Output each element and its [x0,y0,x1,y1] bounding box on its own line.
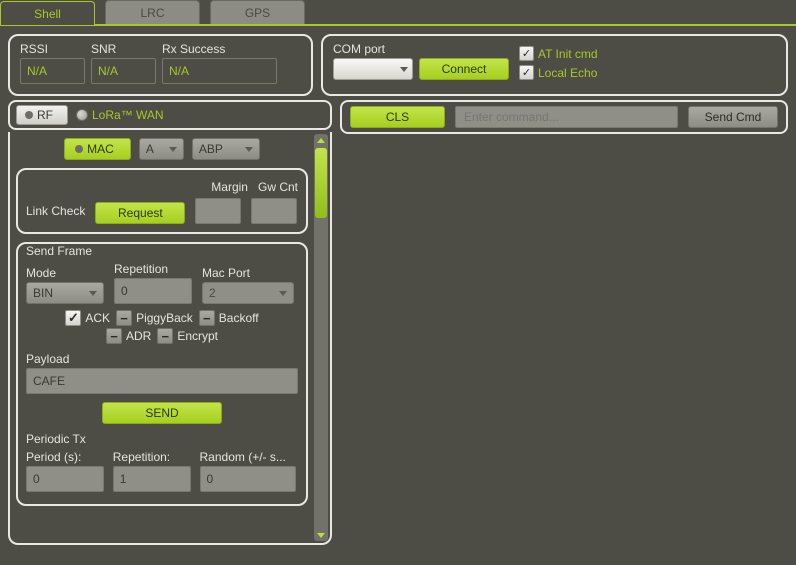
join-select-value: ABP [199,142,223,156]
rf-toggle-label: RF [37,108,53,122]
stats-group: RSSI N/A SNR N/A Rx Success N/A [8,34,313,96]
gwcnt-value [251,198,297,224]
check-icon: ✓ [519,65,534,80]
tab-gps[interactable]: GPS [210,0,305,24]
margin-value [195,198,241,224]
adr-label: ADR [126,329,151,343]
mode-select[interactable]: BIN [26,282,104,304]
atinit-label: AT Init cmd [538,47,598,61]
payload-input[interactable]: CAFE [26,368,298,394]
adr-checkbox[interactable]: −ADR [106,328,151,344]
scroll-thumb[interactable] [315,148,327,218]
request-button[interactable]: Request [95,202,185,224]
check-icon: ✓ [519,46,534,61]
macport-select-value: 2 [209,286,216,300]
scroll-down-icon[interactable] [314,529,328,541]
period-input[interactable]: 0 [26,466,104,492]
backoff-label: Backoff [219,311,259,325]
scrollbar[interactable] [314,134,328,541]
period-label: Period (s): [26,450,107,464]
piggyback-checkbox[interactable]: −PiggyBack [116,310,193,326]
linkcheck-group: Margin Gw Cnt Link Check Request [16,168,308,234]
atinit-checkbox[interactable]: ✓ AT Init cmd [519,46,598,61]
connect-button[interactable]: Connect [419,58,509,80]
ack-checkbox[interactable]: ✓ACK [65,310,110,326]
mac-toggle[interactable]: MAC [64,138,131,160]
tab-lrc[interactable]: LRC [105,0,200,24]
repetition-input[interactable]: 0 [114,278,192,304]
tab-shell[interactable]: Shell [0,1,95,25]
localecho-checkbox[interactable]: ✓ Local Echo [519,65,598,80]
radio-icon [25,111,33,119]
localecho-label: Local Echo [538,66,597,80]
rssi-value: N/A [20,58,85,84]
sendframe-title: Send Frame [26,244,298,258]
scroll-up-icon[interactable] [314,134,328,146]
rssi-label: RSSI [20,42,85,56]
command-bar: CLS Send Cmd [340,100,788,134]
macport-select[interactable]: 2 [202,282,294,304]
sendframe-group: Send Frame Mode BIN Repetition [16,242,308,506]
snr-label: SNR [91,42,156,56]
class-select-value: A [146,142,154,156]
periodictx-title: Periodic Tx [26,432,298,446]
repetition2-input[interactable]: 1 [113,466,191,492]
rf-bar: RF LoRa™ WAN [8,100,332,130]
linkcheck-label: Link Check [26,204,85,218]
command-input[interactable] [455,106,678,128]
encrypt-label: Encrypt [177,329,218,343]
random-input[interactable]: 0 [200,466,296,492]
cls-button[interactable]: CLS [350,106,445,128]
encrypt-checkbox[interactable]: −Encrypt [157,328,218,344]
send-button[interactable]: SEND [102,402,222,424]
sendcmd-button[interactable]: Send Cmd [688,106,778,128]
tab-bar: Shell LRC GPS [0,0,796,26]
mode-label: Mode [26,266,108,280]
radio-icon [75,145,83,153]
chevron-down-icon [169,147,177,152]
mode-select-value: BIN [33,286,53,300]
lorawan-radio[interactable]: LoRa™ WAN [76,108,164,122]
comport-dropdown[interactable] [333,58,413,80]
radio-icon [76,109,88,121]
rxsuccess-value: N/A [162,58,277,84]
rxsuccess-label: Rx Success [162,42,277,56]
class-select[interactable]: A [139,138,184,160]
ack-label: ACK [85,311,110,325]
rf-toggle[interactable]: RF [16,105,68,125]
piggyback-label: PiggyBack [136,311,193,325]
snr-value: N/A [91,58,156,84]
backoff-checkbox[interactable]: −Backoff [199,310,259,326]
comport-label: COM port [333,42,509,56]
chevron-down-icon [245,147,253,152]
repetition-label: Repetition [114,262,196,276]
chevron-down-icon [400,67,408,72]
chevron-down-icon [89,291,97,296]
chevron-down-icon [279,291,287,296]
payload-label: Payload [26,352,69,366]
repetition2-label: Repetition: [113,450,194,464]
macport-label: Mac Port [202,266,297,280]
random-label: Random (+/- s... [200,450,298,464]
mac-toggle-label: MAC [87,142,114,156]
lorawan-label: LoRa™ WAN [92,108,164,122]
gwcnt-label: Gw Cnt [258,180,298,194]
comport-group: COM port Connect ✓ AT Init cmd ✓ Local E… [321,34,788,96]
margin-label: Margin [211,180,248,194]
join-select[interactable]: ABP [192,138,260,160]
